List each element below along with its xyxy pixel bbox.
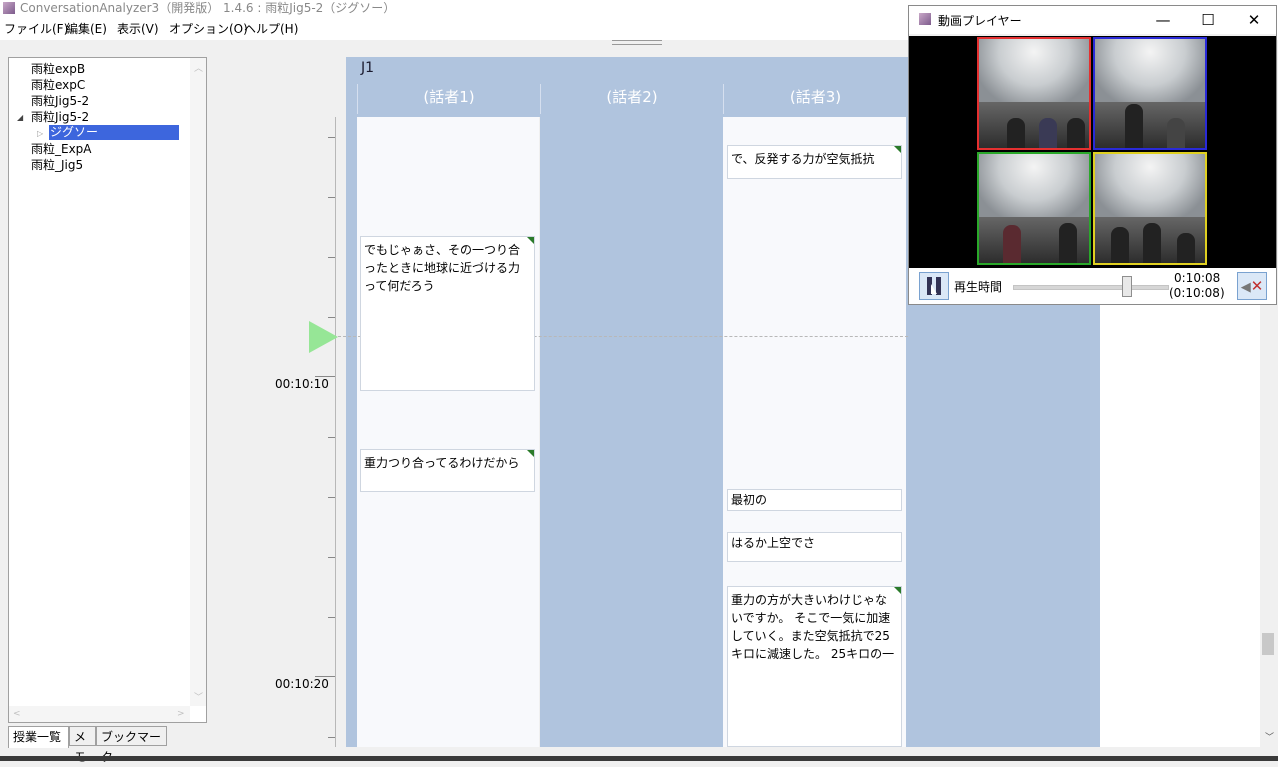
utterance-box[interactable]: でもじゃぁさ、その一つり合ったときに地球に近づける力って何だろう (360, 236, 535, 391)
flag-icon (527, 450, 534, 457)
speaker-header-2[interactable]: (話者2) (540, 84, 723, 114)
speaker-icon: ◀ (1240, 280, 1251, 295)
menu-edit[interactable]: 編集(E) (66, 18, 107, 40)
tree-item[interactable]: 雨粒_ExpA (31, 142, 92, 157)
maximize-icon[interactable]: ☐ (1191, 8, 1225, 32)
scroll-up-icon[interactable]: ︿ (194, 61, 203, 74)
close-icon[interactable]: ✕ (1237, 8, 1271, 32)
speaker-lane-1 (357, 117, 539, 747)
menu-file[interactable]: ファイル(F) (4, 18, 68, 40)
utterance-text: 重力つり合ってるわけだから (364, 456, 520, 470)
tree-horizontal-scrollbar[interactable]: < > (9, 706, 190, 722)
tab-bookmark[interactable]: ブックマーク (96, 726, 167, 764)
utterance-text: 重力の方が大きいわけじゃないですか。 そこで一気に加速していく。また空気抵抗で2… (731, 593, 895, 661)
utterance-text: でもじゃぁさ、その一つり合ったときに地球に近づける力って何だろう (364, 243, 521, 293)
time-label: 00:10:20 (275, 677, 329, 691)
tab-lesson-list[interactable]: 授業一覧 (8, 726, 69, 748)
player-controls: 再生時間 0:10:08 (0:10:08) ◀✕ (909, 268, 1276, 304)
utterance-box[interactable]: で、反発する力が空気抵抗 (727, 145, 902, 179)
player-title: 動画プレイヤー (938, 14, 1022, 28)
time-label: 00:10:10 (275, 377, 329, 391)
mute-button[interactable]: ◀✕ (1237, 272, 1267, 300)
tree-item[interactable]: 雨粒_Jig5 (31, 158, 83, 173)
utterance-box[interactable]: はるか上空でさ (727, 532, 902, 562)
splitter-grip[interactable] (612, 40, 662, 45)
utterance-box[interactable]: 重力つり合ってるわけだから (360, 449, 535, 492)
minimize-icon[interactable]: — (1146, 8, 1180, 32)
time-ruler: 00:10:10 00:10:20 (215, 117, 336, 747)
utterance-box[interactable]: 最初の (727, 489, 902, 511)
group-label: J1 (361, 60, 375, 76)
utterance-text: はるか上空でさ (731, 536, 816, 550)
tree-item-selected[interactable]: ジグソー (49, 125, 179, 140)
collapse-arrow-icon[interactable]: ◢ (17, 113, 23, 122)
camera-view-4 (1093, 152, 1207, 265)
camera-view-2 (1093, 37, 1207, 150)
seek-slider[interactable] (1013, 285, 1169, 290)
menu-view[interactable]: 表示(V) (117, 18, 159, 40)
speaker-header-1[interactable]: (話者1) (357, 84, 540, 114)
playhead-marker-icon[interactable] (309, 321, 338, 353)
playback-time-label: 再生時間 (954, 280, 1003, 294)
total-time: (0:10:08) (1169, 286, 1225, 300)
tree-item[interactable]: 雨粒Jig5-2 (31, 94, 89, 109)
video-view[interactable] (909, 36, 1276, 268)
taskbar-edge (0, 756, 1278, 761)
utterance-text: で、反発する力が空気抵抗 (731, 152, 875, 166)
tree-item[interactable]: 雨粒Jig5-2 (31, 110, 89, 125)
camera-view-3 (977, 152, 1091, 265)
tree-item[interactable]: 雨粒expB (31, 62, 85, 77)
speaker-header-3[interactable]: (話者3) (723, 84, 907, 114)
tab-memo[interactable]: メモ (69, 726, 96, 764)
app-icon (3, 2, 15, 14)
current-time: 0:10:08 (1174, 271, 1221, 285)
camera-view-1 (977, 37, 1091, 150)
menu-help[interactable]: ヘルプ(H) (244, 18, 298, 40)
scroll-down-icon[interactable]: ﹀ (1265, 730, 1274, 743)
mouse-cursor-icon (931, 284, 937, 294)
player-titlebar: 動画プレイヤー — ☐ ✕ (909, 6, 1276, 34)
mute-x-icon: ✕ (1250, 277, 1264, 295)
scroll-down-icon[interactable]: ﹀ (194, 690, 203, 703)
speaker-lane-2 (540, 117, 723, 747)
flag-icon (894, 587, 901, 594)
player-app-icon (919, 13, 931, 25)
tree-vertical-scrollbar[interactable]: ︿ ﹀ (190, 58, 206, 706)
scroll-left-icon[interactable]: < (13, 709, 21, 719)
scrollbar-thumb[interactable] (1262, 633, 1274, 655)
lesson-tree: 雨粒expB 雨粒expC 雨粒Jig5-2 ◢ 雨粒Jig5-2 ▷ ジグソー… (8, 57, 207, 723)
lane-strip (346, 117, 357, 747)
seek-slider-thumb[interactable] (1121, 276, 1132, 297)
expand-arrow-icon[interactable]: ▷ (37, 129, 43, 138)
video-player-window: 動画プレイヤー — ☐ ✕ 再生時間 0:10:08 (0:10:08) ◀✕ (908, 5, 1277, 305)
flag-icon (527, 237, 534, 244)
utterance-text: 最初の (731, 493, 768, 507)
tree-item[interactable]: 雨粒expC (31, 78, 85, 93)
scroll-right-icon[interactable]: > (177, 709, 185, 719)
utterance-box[interactable]: 重力の方が大きいわけじゃないですか。 そこで一気に加速していく。また空気抵抗で2… (727, 586, 902, 747)
flag-icon (894, 146, 901, 153)
menu-options[interactable]: オプション(O) (169, 18, 248, 40)
window-title: ConversationAnalyzer3（開発版） 1.4.6 : 雨粒Jig… (20, 1, 396, 15)
